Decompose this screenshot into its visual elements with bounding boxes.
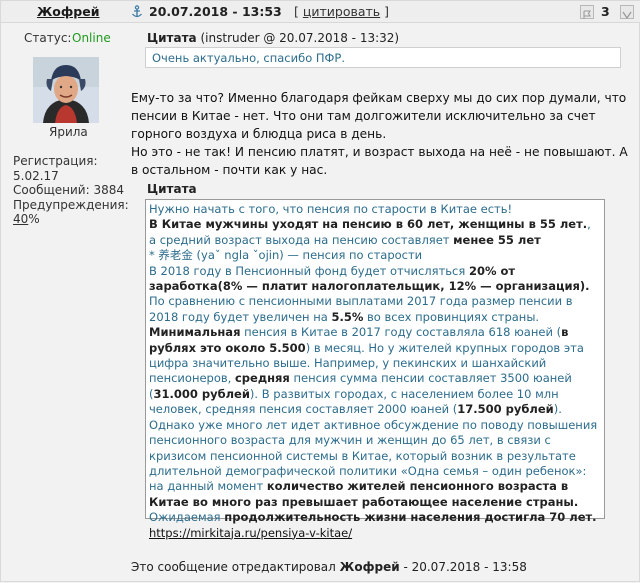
- quote2-line3: * 养老金 (yaˇ ngla ˇojin) — пенсия по старо…: [149, 248, 423, 263]
- warnings-row: 40%: [13, 212, 129, 227]
- quote2-text-fund: В 2018 году в Пенсионный фонд будет отчи…: [149, 263, 466, 278]
- rep-down-icon[interactable]: [580, 5, 594, 19]
- quote2-line7: Однако уже много лет идет активное обсуж…: [149, 418, 601, 510]
- edit-note-author: Жофрей: [339, 560, 400, 574]
- source-link[interactable]: https://mirkitaja.ru/pensiya-v-kitae/: [149, 526, 352, 540]
- quote2-line6: Минимальная пенсия в Китае в 2017 году с…: [149, 325, 601, 417]
- edit-note-suffix: - 20.07.2018 - 13:58: [403, 560, 527, 574]
- user-sidebar: Статус: Online Ярила Регистрация: 5.02.1…: [1, 23, 129, 583]
- quote2-text-close: ).: [553, 402, 562, 417]
- quote2-title: Цитата: [147, 182, 197, 196]
- reg-value: 5.02.17: [13, 168, 59, 183]
- quote-bracket-left: [: [294, 4, 299, 19]
- quote2-line4: В 2018 году в Пенсионный фонд будет отчи…: [149, 264, 601, 295]
- reg-label: Регистрация:: [13, 154, 98, 168]
- posts-row: Сообщений: 3884: [13, 183, 129, 198]
- quote2-bold-55: менее 55 лет: [453, 232, 541, 247]
- status-online: Online: [72, 31, 111, 45]
- user-title: Ярила: [49, 125, 88, 139]
- quote1-title: Цитата: [147, 31, 197, 45]
- post-header: Жофрей 20.07.2018 - 13:53 [ цитировать ]…: [1, 1, 640, 23]
- quote2-line2: В Китае мужчины уходят на пенсию в 60 ле…: [149, 217, 601, 248]
- quote1-header: Цитата (instruder @ 20.07.2018 - 13:32): [147, 31, 399, 45]
- status-label: Статус:: [24, 31, 72, 45]
- edit-note-prefix: Это сообщение отредактировал: [131, 560, 336, 574]
- posts-label: Сообщений:: [13, 183, 90, 197]
- user-stats: Регистрация: 5.02.17 Сообщений: 3884 Пре…: [13, 154, 129, 227]
- quote2-line8: Ожидаемая продолжительность жизни населе…: [149, 510, 601, 525]
- warnings-label: Предупреждения:: [13, 197, 129, 212]
- quote2-text-618: пенсия в Китае в 2017 году составляла 61…: [244, 325, 562, 340]
- quote2-text-expected: Ожидаемая: [149, 510, 221, 525]
- post-date: 20.07.2018 - 13:53: [149, 4, 282, 19]
- quote2-bold-min: Минимальная: [149, 325, 241, 340]
- forum-post: Жофрей 20.07.2018 - 13:53 [ цитировать ]…: [0, 0, 640, 582]
- quote2-line5: По сравнению с пенсионными выплатами 201…: [149, 294, 601, 325]
- quote2-bold-avg: средняя: [234, 371, 290, 386]
- quote2-text-provinces: во всех провинциях страны.: [367, 309, 540, 324]
- avatar[interactable]: [33, 57, 99, 123]
- reply-text: Ему-то за что? Именно благодаря фейкам с…: [131, 89, 631, 179]
- quote2-source: https://mirkitaja.ru/pensiya-v-kitae/: [149, 526, 601, 541]
- quote2-bold-ages: В Китае мужчины уходят на пенсию в 60 ле…: [149, 217, 588, 232]
- edit-note: Это сообщение отредактировал Жофрей - 20…: [131, 560, 527, 574]
- quote1-meta: (instruder @ 20.07.2018 - 13:32): [200, 31, 400, 45]
- rep-up-icon[interactable]: [620, 5, 634, 20]
- quote1-box: Очень актуально, спасибо ПФР.: [145, 47, 621, 68]
- anchor-icon[interactable]: [131, 4, 143, 18]
- quote-bracket-right: ]: [384, 4, 390, 19]
- quote-link-label[interactable]: цитировать: [303, 4, 380, 19]
- warnings-link[interactable]: 40: [13, 212, 28, 226]
- reputation-count: 3: [601, 4, 610, 19]
- post-body: Цитата (instruder @ 20.07.2018 - 13:32) …: [131, 23, 640, 583]
- quote2-bold-life: продолжительность жизни населения достиг…: [224, 510, 597, 525]
- quote2-bold-17500: 17.500 рублей: [457, 402, 554, 417]
- author-link[interactable]: Жофрей: [37, 4, 99, 19]
- quote2-bold-55pct: 5.5%: [331, 309, 364, 324]
- quote2-bold-31000: 31.000 рублей: [153, 386, 250, 401]
- quote-button[interactable]: [ цитировать ]: [294, 4, 389, 19]
- warnings-suffix: %: [28, 212, 40, 226]
- reply-paragraph-2: Но это - не так! И пенсию платят, и возр…: [131, 145, 628, 177]
- posts-value: 3884: [93, 183, 125, 197]
- reply-paragraph-1: Ему-то за что? Именно благодаря фейкам с…: [131, 91, 627, 141]
- quote2-box: Нужно начать с того, что пенсия по старо…: [145, 199, 605, 540]
- quote2-line1: Нужно начать с того, что пенсия по старо…: [149, 202, 513, 216]
